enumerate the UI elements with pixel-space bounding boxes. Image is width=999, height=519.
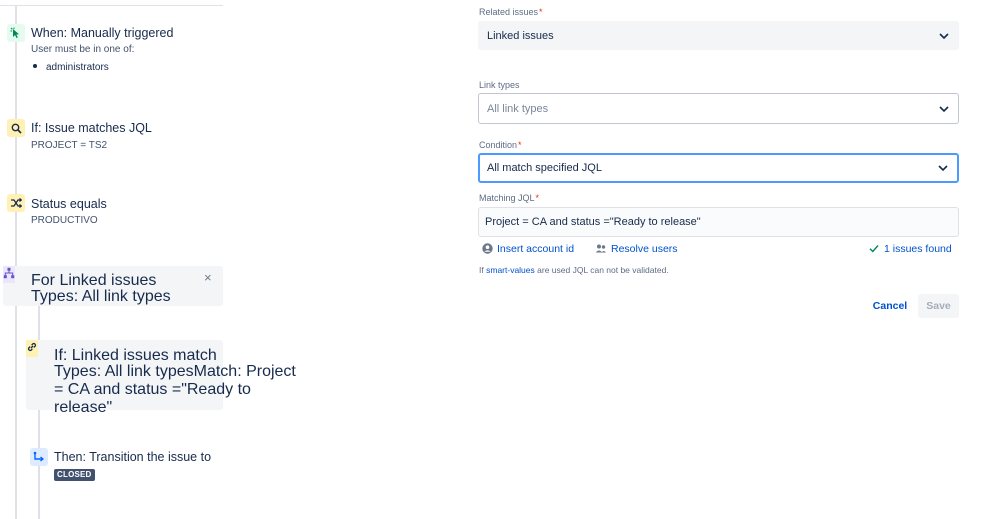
matching-jql-label: Matching JQL* — [479, 193, 540, 203]
matching-jql-input[interactable]: Project = CA and status ="Ready to relea… — [478, 207, 959, 237]
link-types-select[interactable]: All link types — [478, 93, 959, 124]
trigger-subtitle: User must be in one of: — [31, 44, 135, 55]
save-button[interactable]: Save — [918, 294, 959, 318]
search-icon — [7, 119, 25, 137]
condition-status-title: Status equals — [31, 197, 107, 211]
matching-jql-value: Project = CA and status ="Ready to relea… — [485, 216, 701, 228]
related-issues-label: Related issues* — [479, 7, 543, 17]
smart-values-link[interactable]: smart-values — [486, 265, 535, 275]
transition-arrow-icon — [30, 448, 48, 466]
condition-status-subtitle: PRODUCTIVO — [31, 215, 98, 226]
branch-rail — [38, 306, 40, 519]
status-lozenge: CLOSED — [54, 469, 95, 481]
condition-jql-subtitle: PROJECT = TS2 — [31, 140, 108, 151]
insert-account-id-button[interactable]: Insert account id — [482, 242, 574, 255]
shuffle-icon — [7, 194, 25, 212]
related-issues-value: Linked issues — [487, 29, 554, 42]
chevron-down-icon — [939, 105, 949, 112]
branch-subtitle: Types: All link types — [31, 288, 171, 305]
resolve-users-button[interactable]: Resolve users — [595, 242, 678, 255]
cancel-button[interactable]: Cancel — [866, 294, 914, 318]
cursor-click-icon — [7, 24, 25, 42]
close-icon[interactable]: × — [204, 271, 212, 284]
person-icon — [482, 243, 493, 254]
trigger-group-item: administrators — [33, 62, 109, 73]
issues-found-indicator: 1 issues found — [869, 242, 952, 255]
condition-label: Condition* — [479, 140, 522, 150]
hierarchy-icon — [3, 266, 15, 283]
link-types-label: Link types — [479, 80, 520, 90]
trigger-component[interactable]: When: Manually triggered User must be in… — [0, 0, 223, 80]
smart-values-note: If smart-values are used JQL can not be … — [479, 265, 669, 275]
link-types-placeholder: All link types — [487, 102, 549, 115]
related-issues-select[interactable]: Linked issues — [478, 21, 959, 50]
chevron-down-icon — [939, 32, 949, 39]
action-title: Then: Transition the issue to — [54, 450, 212, 464]
condition-jql-component[interactable]: If: Issue matches JQL PROJECT = TS2 — [0, 112, 223, 157]
trigger-title: When: Manually triggered — [31, 26, 174, 40]
flow-rail — [15, 6, 17, 519]
people-icon — [595, 244, 607, 253]
link-icon — [26, 340, 38, 357]
condition-status-component[interactable]: Status equals PRODUCTIVO — [0, 188, 223, 233]
chevron-down-icon — [938, 165, 948, 172]
linked-condition-subtitle: Types: All link typesMatch: Project = CA… — [54, 363, 296, 416]
branch-card[interactable]: For Linked issues Types: All link types … — [3, 266, 223, 306]
linked-condition-card[interactable]: If: Linked issues match Types: All link … — [26, 340, 296, 416]
check-icon — [869, 245, 879, 253]
condition-jql-title: If: Issue matches JQL — [31, 121, 152, 135]
condition-select[interactable]: All match specified JQL — [478, 153, 959, 183]
action-component[interactable]: Then: Transition the issue to CLOSED — [26, 440, 223, 485]
condition-value: All match specified JQL — [487, 162, 602, 174]
